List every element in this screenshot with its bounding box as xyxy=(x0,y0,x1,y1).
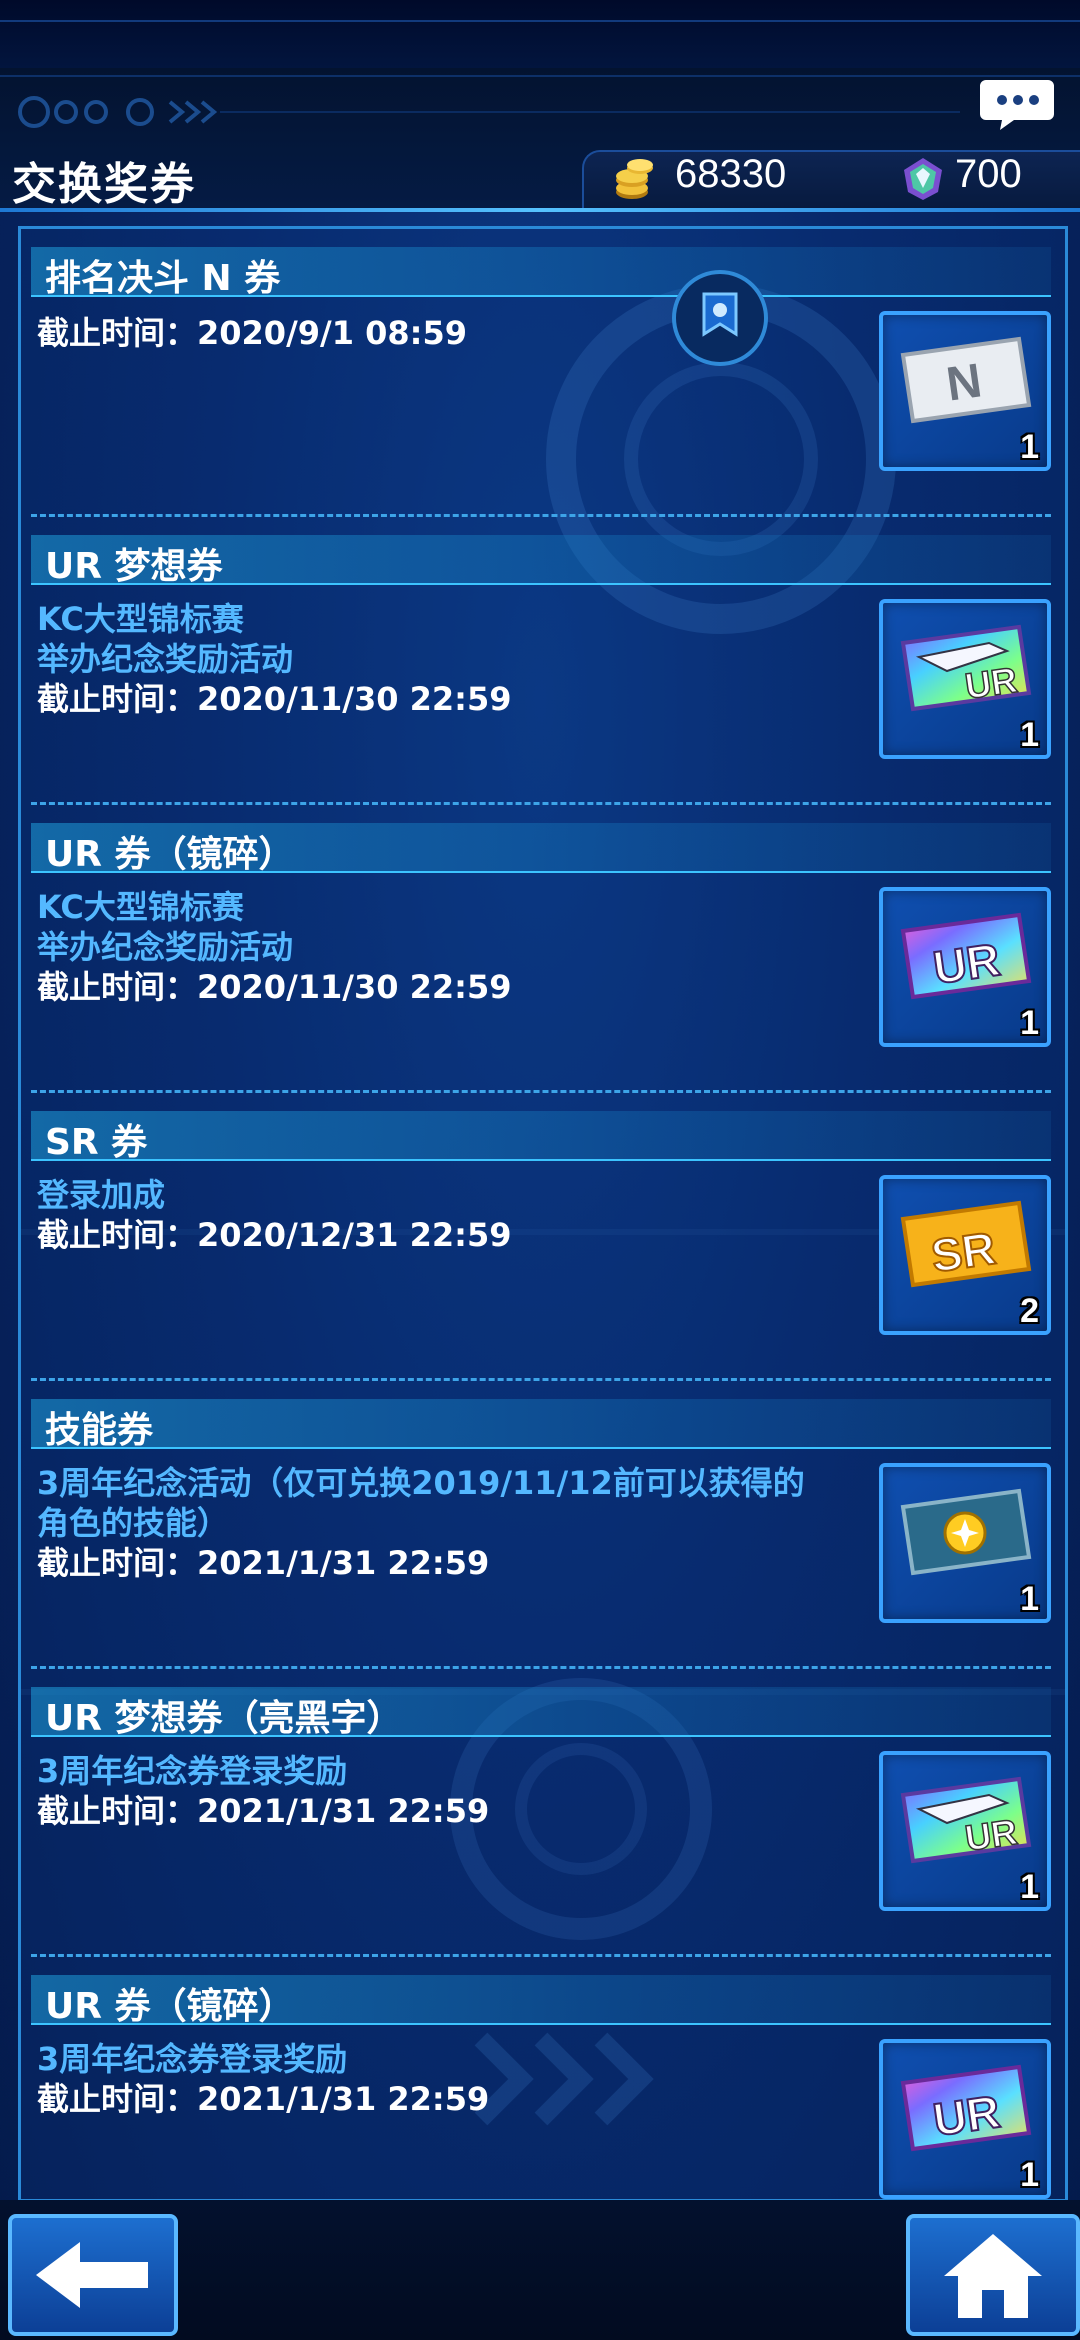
ticket-deadline: 截止时间：2020/11/30 22:59 xyxy=(37,680,512,718)
home-button[interactable] xyxy=(906,2214,1080,2336)
ur-dream-ticket-icon: UR xyxy=(900,624,1032,712)
ticket-count: 1 xyxy=(1020,2156,1039,2194)
ticket-event: 登录加成 xyxy=(37,1176,166,1214)
ticket-icon-frame[interactable]: UR 1 xyxy=(879,2039,1051,2199)
ticket-list-panel[interactable]: 排名决斗 N 券 截止时间：2020/9/1 08:59 N 1 UR 梦想券 … xyxy=(18,226,1068,2202)
svg-text:SR: SR xyxy=(928,1222,999,1282)
ticket-deadline: 截止时间：2021/1/31 22:59 xyxy=(37,1544,490,1582)
ticket-event: KC大型锦标赛 举办纪念奖励活动 xyxy=(37,600,294,678)
coin-balance: 68330 xyxy=(675,152,787,196)
ticket-icon-frame[interactable]: UR 1 xyxy=(879,887,1051,1047)
ticket-count: 1 xyxy=(1020,1580,1039,1618)
svg-text:UR: UR xyxy=(962,1811,1019,1859)
ticket-item[interactable]: 技能券 3周年纪念活动（仅可兑换2019/11/12前可以获得的 角色的技能） … xyxy=(21,1381,1065,1669)
ur-dream-ticket-icon: UR xyxy=(900,1776,1032,1864)
ticket-item[interactable]: UR 梦想券 KC大型锦标赛 举办纪念奖励活动 截止时间：2020/11/30 … xyxy=(21,517,1065,805)
svg-text:UR: UR xyxy=(930,2085,1003,2146)
ticket-title: UR 梦想券 xyxy=(45,546,223,587)
ticket-count: 1 xyxy=(1020,1004,1039,1042)
sr-ticket-icon: SR xyxy=(900,1200,1032,1288)
page-title: 交换奖券 xyxy=(12,159,196,210)
ticket-event: 3周年纪念活动（仅可兑换2019/11/12前可以获得的 角色的技能） xyxy=(37,1464,805,1542)
ticket-count: 2 xyxy=(1020,1292,1039,1330)
ticket-deadline: 截止时间：2021/1/31 22:59 xyxy=(37,2080,490,2118)
top-decoration xyxy=(0,0,1080,70)
ticket-event: KC大型锦标赛 举办纪念奖励活动 xyxy=(37,888,294,966)
ticket-item[interactable]: SR 券 登录加成 截止时间：2020/12/31 22:59 SR 2 xyxy=(21,1093,1065,1381)
ticket-item[interactable]: UR 梦想券（亮黑字） 3周年纪念券登录奖励 截止时间：2021/1/31 22… xyxy=(21,1669,1065,1957)
ticket-event: 3周年纪念券登录奖励 xyxy=(37,2040,348,2078)
ticket-title: UR 券（镜碎） xyxy=(45,1986,295,2027)
ticket-count: 1 xyxy=(1020,1868,1039,1906)
ticket-header: 技能券 xyxy=(31,1399,1051,1451)
ticket-item[interactable]: UR 券（镜碎） 3周年纪念券登录奖励 截止时间：2021/1/31 22:59… xyxy=(21,1957,1065,2199)
ticket-header: 排名决斗 N 券 xyxy=(31,247,1051,299)
ticket-icon-frame[interactable]: UR 1 xyxy=(879,599,1051,759)
ticket-title: 技能券 xyxy=(45,1410,154,1451)
ticket-header: UR 券（镜碎） xyxy=(31,1975,1051,2027)
ticket-title: 排名决斗 N 券 xyxy=(45,258,281,299)
ticket-header: UR 券（镜碎） xyxy=(31,823,1051,875)
ticket-deadline: 截止时间：2020/12/31 22:59 xyxy=(37,1216,512,1254)
ur-shine-ticket-icon: UR xyxy=(900,2064,1032,2152)
ur-shine-ticket-icon: UR xyxy=(900,912,1032,1000)
svg-text:N: N xyxy=(943,354,985,411)
ticket-header: SR 券 xyxy=(31,1111,1051,1163)
ticket-deadline: 截止时间：2020/11/30 22:59 xyxy=(37,968,512,1006)
n-ticket-icon: N xyxy=(900,336,1032,424)
ticket-title: UR 梦想券（亮黑字） xyxy=(45,1698,403,1739)
ticket-header: UR 梦想券 xyxy=(31,535,1051,587)
gold-coins-icon xyxy=(616,159,653,199)
ticket-icon-frame[interactable]: 1 xyxy=(879,1463,1051,1623)
home-icon xyxy=(944,2234,1042,2318)
ticket-icon-frame[interactable]: UR 1 xyxy=(879,1751,1051,1911)
svg-text:UR: UR xyxy=(962,659,1019,707)
ticket-deadline: 截止时间：2021/1/31 22:59 xyxy=(37,1792,490,1830)
ticket-deadline: 截止时间：2020/9/1 08:59 xyxy=(37,314,467,352)
ticket-item[interactable]: 排名决斗 N 券 截止时间：2020/9/1 08:59 N 1 xyxy=(21,229,1065,517)
gem-icon xyxy=(904,158,942,200)
banner-emblem-icon xyxy=(672,270,768,366)
ticket-event: 3周年纪念券登录奖励 xyxy=(37,1752,348,1790)
back-arrow-icon xyxy=(36,2242,148,2308)
ticket-header: UR 梦想券（亮黑字） xyxy=(31,1687,1051,1739)
ticket-icon-frame[interactable]: N 1 xyxy=(879,311,1051,471)
header-underline xyxy=(0,208,1080,212)
ticket-title: SR 券 xyxy=(45,1122,148,1163)
ticket-icon-frame[interactable]: SR 2 xyxy=(879,1175,1051,1335)
ticket-count: 1 xyxy=(1020,716,1039,754)
back-button[interactable] xyxy=(8,2214,178,2336)
gem-balance: 700 xyxy=(955,152,1022,196)
skill-ticket-icon xyxy=(900,1488,1032,1576)
svg-text:UR: UR xyxy=(930,933,1003,994)
ticket-count: 1 xyxy=(1020,428,1039,466)
chat-bubble-icon[interactable] xyxy=(978,76,1056,132)
ticket-title: UR 券（镜碎） xyxy=(45,834,295,875)
ticket-item[interactable]: UR 券（镜碎） KC大型锦标赛 举办纪念奖励活动 截止时间：2020/11/3… xyxy=(21,805,1065,1093)
